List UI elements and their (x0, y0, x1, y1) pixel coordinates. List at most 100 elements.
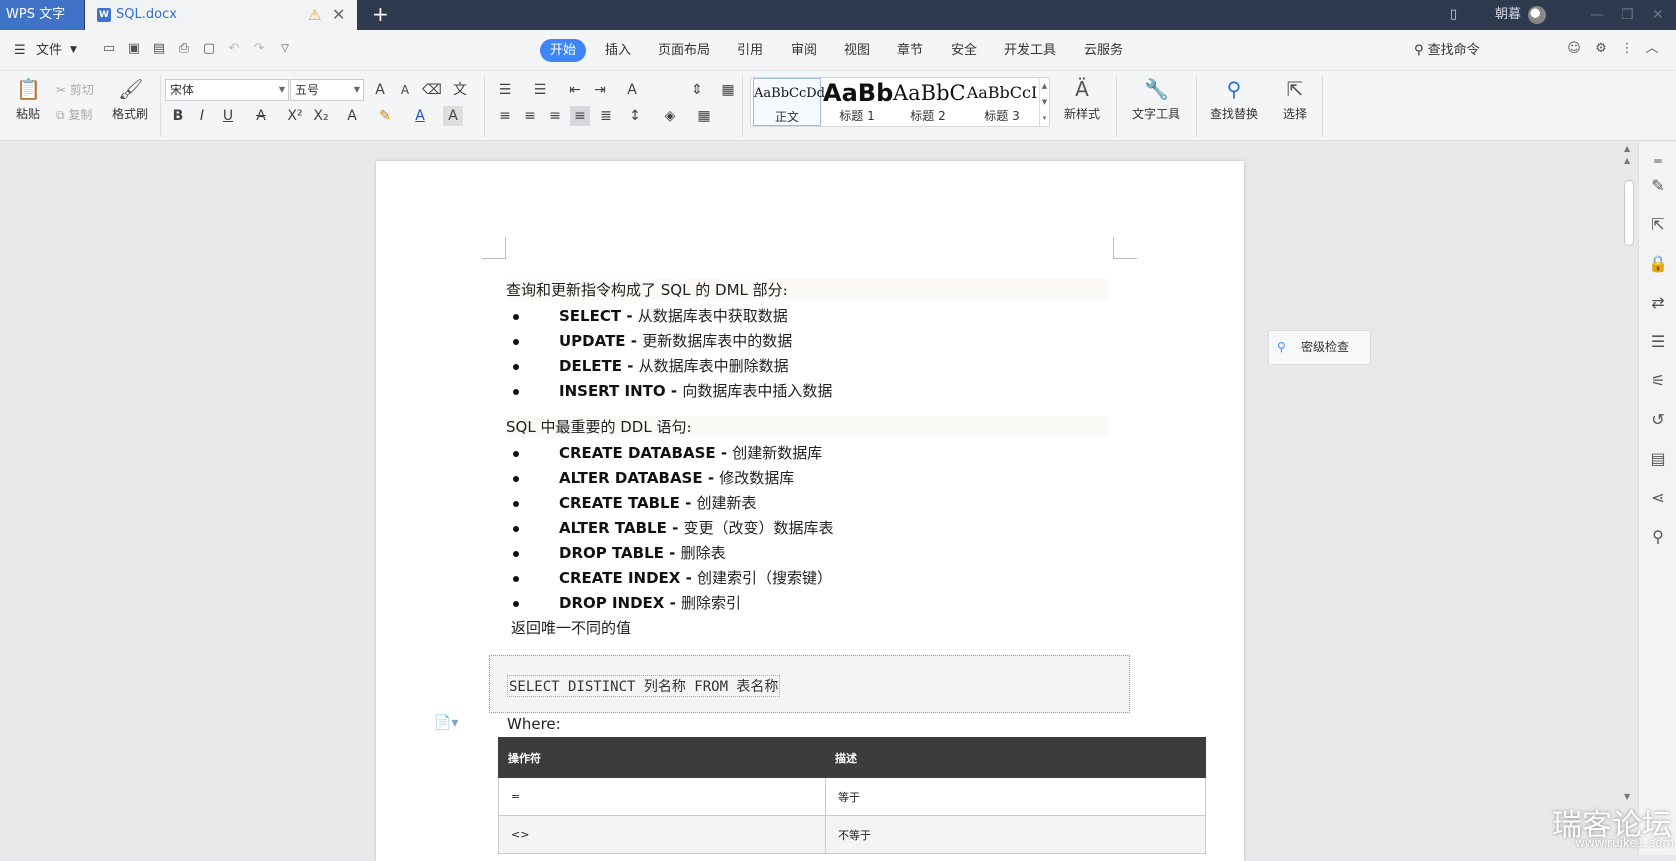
user-name[interactable]: 朝暮 (1495, 0, 1521, 30)
superscript-icon[interactable]: X² (285, 106, 305, 126)
search-command[interactable]: ⚲ 查找命令 (1414, 30, 1480, 71)
bold-icon[interactable]: B (168, 106, 188, 126)
settings-sliders-icon[interactable]: ⚟ (1647, 370, 1669, 392)
font-name-select[interactable]: 宋体 ▼ (165, 79, 289, 101)
backup-icon[interactable]: ▤ (1647, 448, 1669, 470)
align-left-icon[interactable]: ≡ (495, 106, 515, 126)
font-size-select[interactable]: 五号 ▼ (290, 79, 364, 101)
phonetic-icon[interactable]: 文 (450, 80, 470, 100)
find-replace-button[interactable]: ⚲ 查找替换 (1203, 77, 1265, 122)
share-icon[interactable]: ⋖ (1647, 487, 1669, 509)
maximize-icon[interactable]: ❐ (1621, 0, 1634, 30)
distributed-icon[interactable]: ≣ (596, 106, 616, 126)
search-icon[interactable]: ⚲ (1647, 526, 1669, 548)
open-icon[interactable]: ▭ (102, 42, 116, 56)
export-pdf-icon[interactable]: ▤ (152, 42, 166, 56)
tab-developer[interactable]: 开发工具 (998, 39, 1062, 62)
shrink-font-icon[interactable]: A (395, 80, 415, 100)
undo-icon[interactable]: ↶ (227, 42, 241, 56)
highlight-icon[interactable]: ✎ (375, 106, 395, 126)
table-icon[interactable]: ▦ (718, 80, 738, 100)
minimize-icon[interactable]: — (1590, 0, 1604, 30)
print-icon[interactable]: ⎙ (177, 42, 191, 56)
tablet-mode-icon[interactable]: ▯ (1450, 0, 1457, 30)
line-spacing-icon[interactable]: ⇕ (687, 80, 707, 100)
justify-icon[interactable]: ≡ (570, 106, 590, 126)
history-icon[interactable]: ↺ (1647, 409, 1669, 431)
save-icon[interactable]: ▣ (127, 42, 141, 56)
document-tab[interactable]: W SQL.docx ⚠ ✕ (85, 0, 357, 30)
table-row[interactable]: <> 不等于 (498, 815, 1206, 854)
copy-button[interactable]: ⧉ 复制 (56, 107, 92, 123)
operator-table[interactable]: 操作符 描述 = 等于 <> 不等于 (498, 737, 1206, 854)
fill-icon[interactable]: ◈ (660, 106, 680, 126)
align-center-icon[interactable]: ≡ (520, 106, 540, 126)
clear-format-icon[interactable]: ⌫ (422, 80, 442, 100)
tab-cloud[interactable]: 云服务 (1078, 39, 1129, 62)
underline-icon[interactable]: U (218, 106, 238, 126)
tab-security[interactable]: 安全 (945, 39, 983, 62)
tab-chapter[interactable]: 章节 (891, 39, 929, 62)
subscript-icon[interactable]: X₂ (311, 106, 331, 126)
grow-font-icon[interactable]: A (370, 80, 390, 100)
cut-button[interactable]: ✂ 剪切 (56, 82, 94, 98)
tab-review[interactable]: 审阅 (785, 39, 823, 62)
vertical-scrollbar[interactable]: ▲ ▲ ▼ (1620, 142, 1638, 855)
table-cell[interactable]: 不等于 (825, 815, 1206, 854)
app-tab[interactable]: WPS 文字 (0, 0, 84, 30)
new-style-button[interactable]: Ä 新样式 (1057, 77, 1107, 122)
document-workspace[interactable]: 查询和更新指令构成了 SQL 的 DML 部分: SELECT - 从数据库表中… (0, 142, 1620, 861)
numbered-list-icon[interactable]: ☰ (530, 80, 550, 100)
tab-view[interactable]: 视图 (838, 39, 876, 62)
cursor-icon[interactable]: ⇱ (1647, 214, 1669, 236)
redo-icon[interactable]: ↷ (252, 42, 266, 56)
scroll-up-icon[interactable]: ▲ (1624, 156, 1630, 165)
text-effect-icon[interactable]: A (342, 106, 362, 126)
style-scroll[interactable]: ▲ ▼ ▾ (1039, 78, 1049, 126)
avatar[interactable] (1528, 6, 1546, 24)
code-block[interactable]: SELECT DISTINCT 列名称 FROM 表名称 (489, 655, 1130, 713)
char-shading-icon[interactable]: A (443, 106, 463, 126)
translate-icon[interactable]: ⇄ (1647, 292, 1669, 314)
select-button[interactable]: ⇱ 选择 (1275, 77, 1315, 122)
italic-icon[interactable]: I (192, 106, 212, 126)
increase-indent-icon[interactable]: ⇥ (590, 80, 610, 100)
decrease-indent-icon[interactable]: ⇤ (565, 80, 585, 100)
scroll-thumb[interactable] (1624, 180, 1634, 246)
close-icon[interactable]: ✕ (332, 0, 345, 30)
paste-options-icon[interactable]: 📄▾ (434, 715, 458, 731)
format-painter-button[interactable]: 🖌 格式刷 (108, 77, 152, 122)
paste-button[interactable]: 📋 粘贴 (10, 77, 46, 122)
tab-page-layout[interactable]: 页面布局 (652, 39, 716, 62)
paragraph-spacing-icon[interactable]: ↕ (625, 106, 645, 126)
feedback-icon[interactable]: ☺ (1567, 42, 1581, 56)
text-tools-button[interactable]: 🔧 文字工具 (1124, 77, 1188, 122)
table-row[interactable]: = 等于 (498, 777, 1206, 816)
more-icon[interactable]: ⋮ (1620, 42, 1634, 56)
customize-icon[interactable]: ▽ (278, 42, 292, 56)
document-page[interactable]: 查询和更新指令构成了 SQL 的 DML 部分: SELECT - 从数据库表中… (376, 161, 1244, 861)
style-normal[interactable]: AaBbCcDd 正文 (753, 78, 825, 126)
hamburger-icon[interactable]: ☰ (14, 30, 26, 71)
style-heading-1[interactable]: AaBb 标题 1 (823, 78, 893, 126)
file-menu[interactable]: 文件 (36, 30, 62, 71)
tab-home[interactable]: 开始 (540, 39, 587, 62)
strikethrough-icon[interactable]: A (251, 106, 271, 126)
border-icon[interactable]: ▦ (694, 106, 714, 126)
text-direction-icon[interactable]: A (622, 80, 642, 100)
collapse-ribbon-icon[interactable]: ︿ (1645, 42, 1659, 56)
window-close-icon[interactable]: ✕ (1652, 0, 1664, 30)
tab-insert[interactable]: 插入 (599, 39, 637, 62)
scroll-up-icon[interactable]: ▲ (1624, 144, 1630, 153)
chevron-down-icon[interactable]: ▼ (70, 30, 77, 71)
style-heading-2[interactable]: AaBbC 标题 2 (893, 78, 966, 126)
align-right-icon[interactable]: ≡ (545, 106, 565, 126)
panel-toggle-icon[interactable]: ═ (1647, 150, 1669, 172)
tab-references[interactable]: 引用 (731, 39, 769, 62)
edit-icon[interactable]: ✎ (1647, 175, 1669, 197)
warning-icon[interactable]: ⚠ (308, 0, 321, 30)
font-color-icon[interactable]: A (410, 106, 430, 126)
new-tab-icon[interactable]: + (372, 0, 389, 28)
table-cell[interactable]: = (498, 777, 826, 816)
table-cell[interactable]: <> (498, 815, 826, 854)
